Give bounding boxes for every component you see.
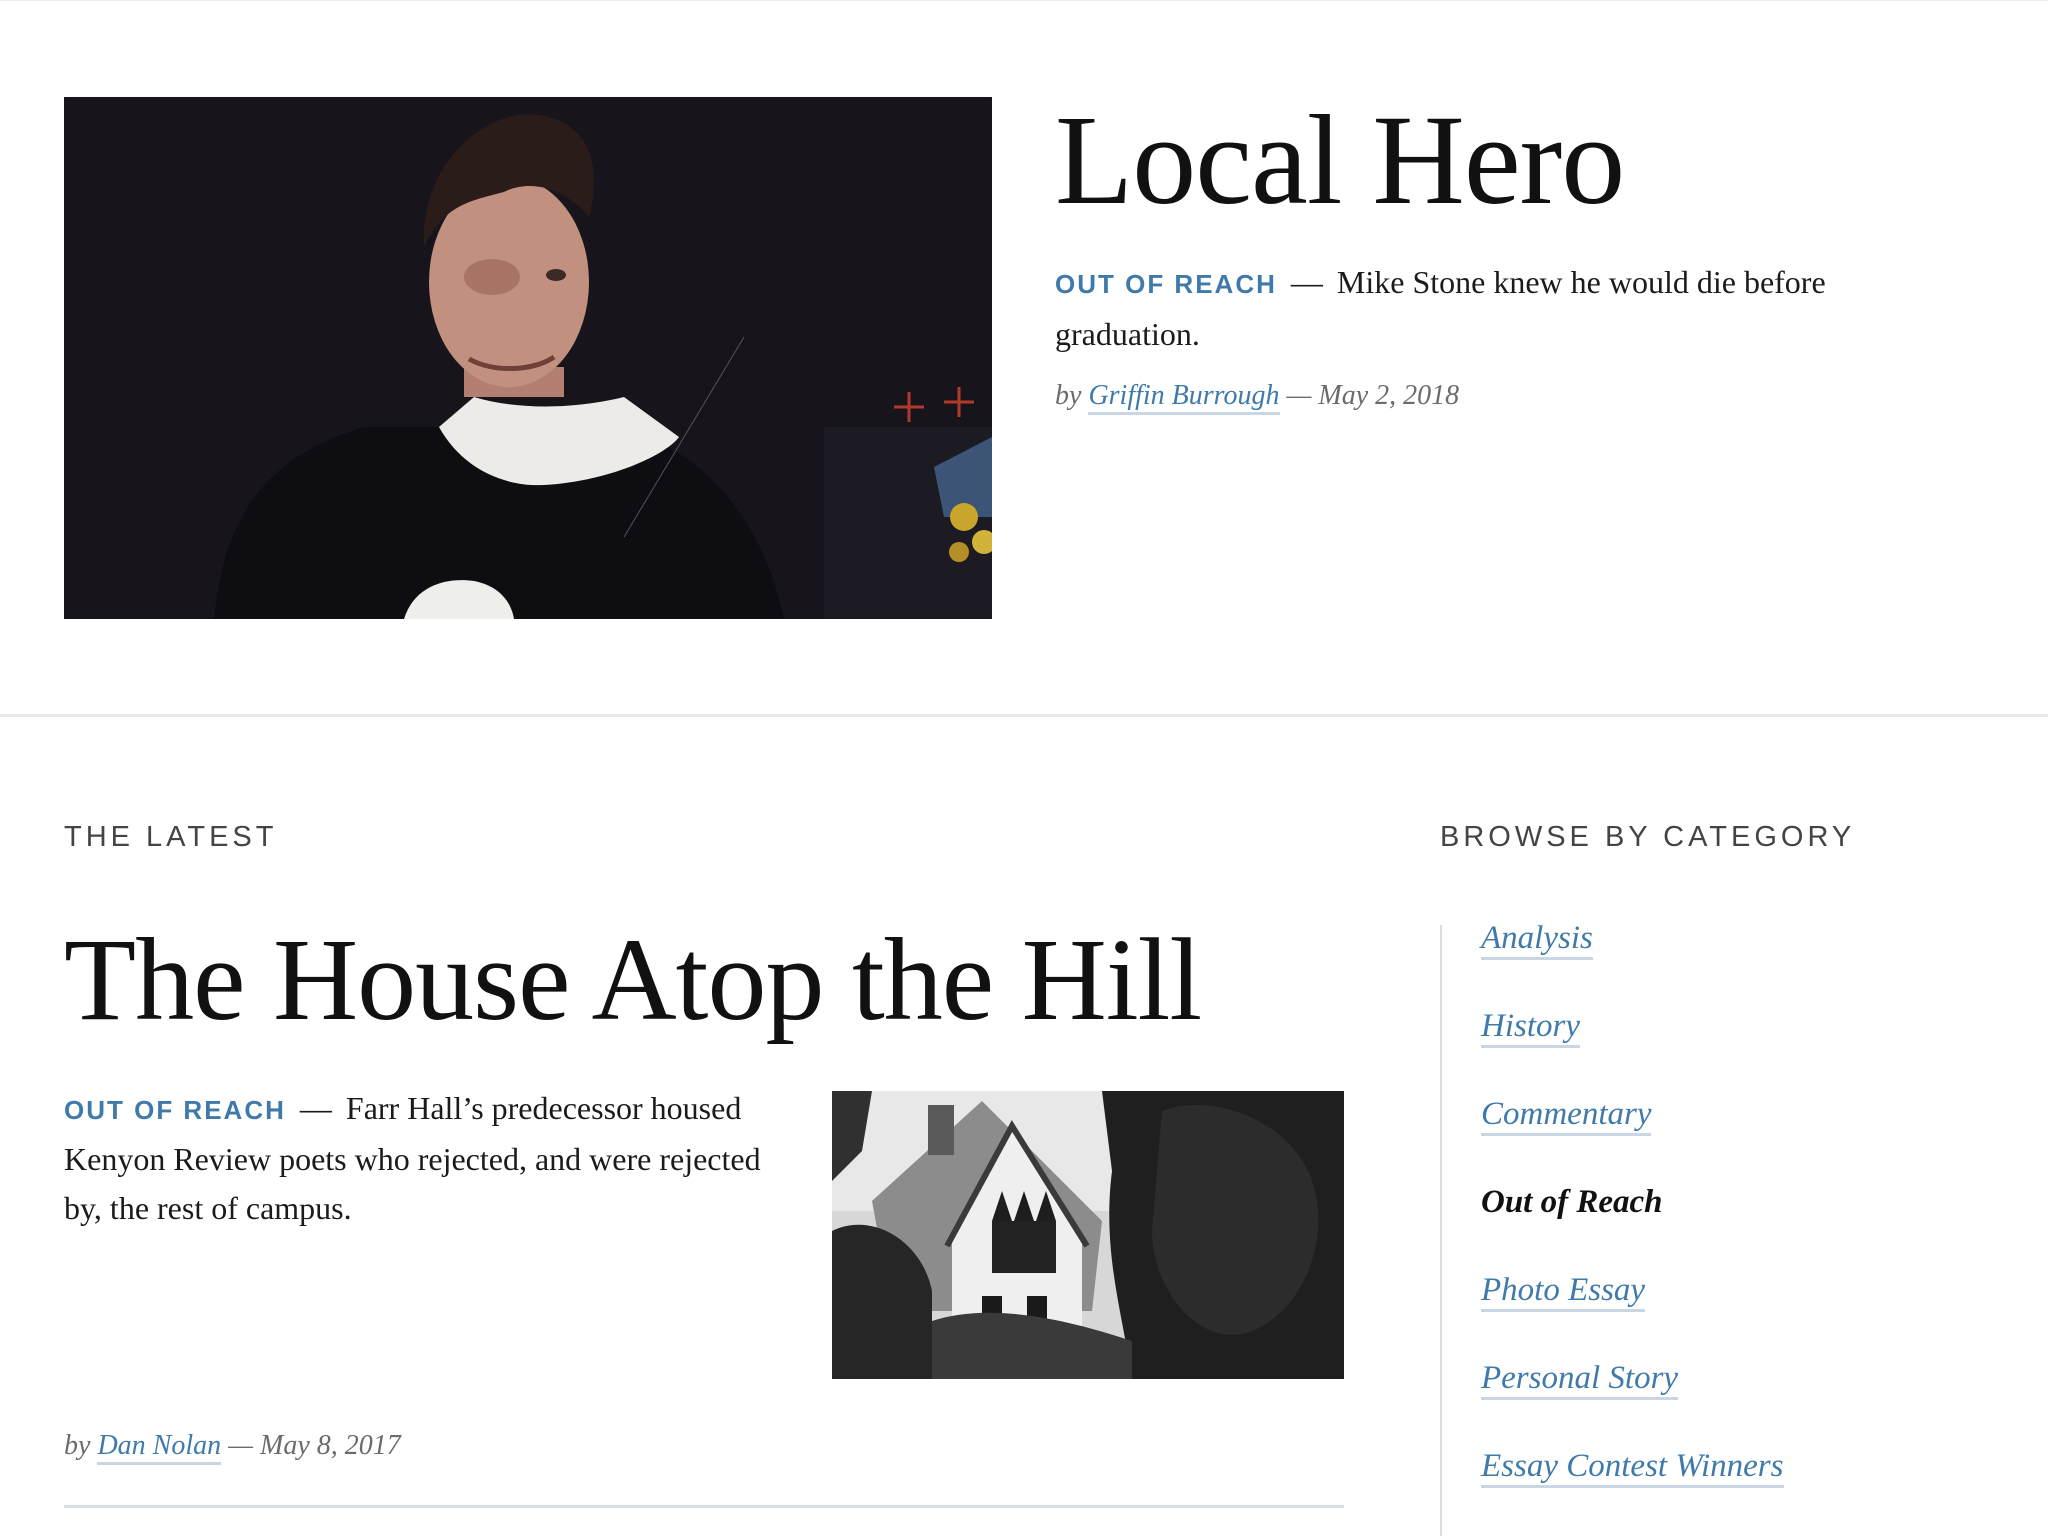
latest-article-dek: OUT OF REACH — Farr Hall’s predecessor hou…	[64, 1084, 784, 1233]
feature-article-dek: OUT OF REACH — Mike Stone knew he would di…	[1055, 257, 1955, 359]
feature-date: — May 2, 2018	[1286, 380, 1460, 411]
category-list: Analysis History Commentary Out of Reach…	[1481, 920, 1784, 1536]
feature-author-link[interactable]: Griffin Burrough	[1088, 380, 1280, 415]
latest-divider	[64, 1505, 1344, 1508]
category-link[interactable]: Commentary	[1481, 1096, 1652, 1136]
browse-category-heading: BROWSE BY CATEGORY	[1440, 821, 1856, 853]
category-link[interactable]: History	[1481, 1008, 1580, 1048]
latest-section-heading: THE LATEST	[64, 821, 278, 853]
portrait-photo	[64, 97, 992, 619]
category-item-photo-essay[interactable]: Photo Essay	[1481, 1272, 1784, 1360]
feature-article-title[interactable]: Local Hero	[1055, 85, 1625, 235]
feature-article-photo[interactable]	[64, 97, 992, 619]
kicker-dash: —	[299, 1090, 332, 1126]
latest-author-link[interactable]: Dan Nolan	[97, 1430, 222, 1465]
feature-category-kicker[interactable]: OUT OF REACH	[1055, 269, 1277, 299]
latest-article-title[interactable]: The House Atop the Hill	[64, 905, 1202, 1055]
category-link[interactable]: Photo Essay	[1481, 1272, 1646, 1312]
category-item-out-of-reach[interactable]: Out of Reach	[1481, 1184, 1784, 1272]
byline-by-label: by	[1055, 380, 1082, 411]
house-photo	[832, 1091, 1344, 1379]
category-link[interactable]: Personal Story	[1481, 1360, 1679, 1400]
byline-by-label: by	[64, 1430, 91, 1461]
section-divider	[0, 714, 2048, 717]
category-list-rule	[1440, 925, 1442, 1536]
latest-article-photo[interactable]	[832, 1091, 1344, 1379]
category-link-active[interactable]: Out of Reach	[1481, 1184, 1663, 1221]
top-divider	[0, 0, 2048, 1]
category-item-essay-contest-winners[interactable]: Essay Contest Winners	[1481, 1448, 1784, 1536]
latest-category-kicker[interactable]: OUT OF REACH	[64, 1095, 286, 1125]
kicker-dash: —	[1290, 264, 1323, 300]
category-item-analysis[interactable]: Analysis	[1481, 920, 1784, 1008]
category-item-history[interactable]: History	[1481, 1008, 1784, 1096]
category-link[interactable]: Essay Contest Winners	[1481, 1448, 1784, 1488]
latest-byline: by Dan Nolan — May 8, 2017	[64, 1430, 401, 1465]
category-link[interactable]: Analysis	[1481, 920, 1593, 960]
category-item-commentary[interactable]: Commentary	[1481, 1096, 1784, 1184]
latest-date: — May 8, 2017	[228, 1430, 401, 1461]
feature-byline: by Griffin Burrough — May 2, 2018	[1055, 380, 1460, 415]
category-item-personal-story[interactable]: Personal Story	[1481, 1360, 1784, 1448]
